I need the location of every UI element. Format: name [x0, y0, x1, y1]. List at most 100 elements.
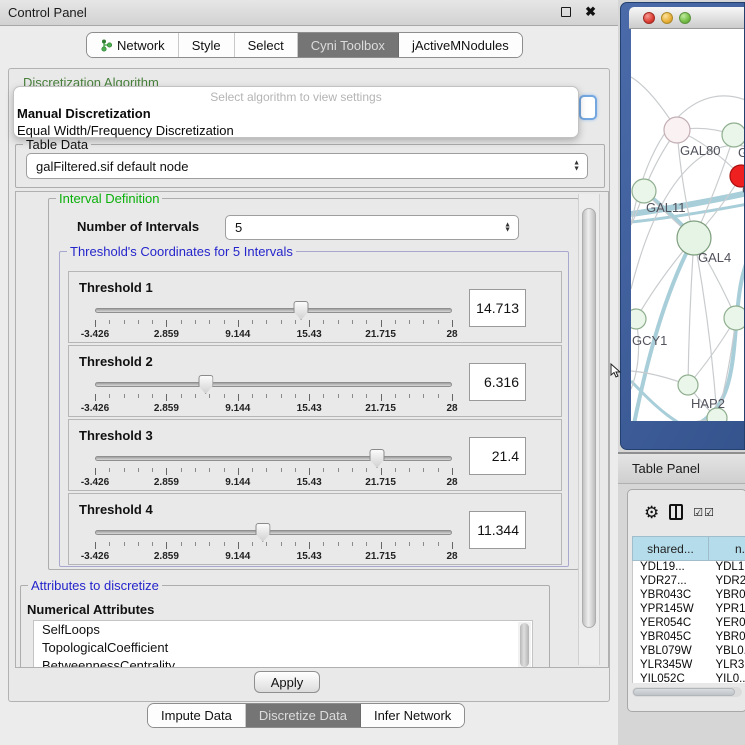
threshold-4-slider[interactable]: -3.4262.8599.14415.4321.71528 — [95, 524, 452, 564]
network-node[interactable] — [722, 123, 744, 147]
minimize-traffic-light-icon[interactable] — [661, 12, 673, 24]
float-window-icon[interactable] — [561, 7, 571, 17]
slider-tick — [352, 468, 353, 472]
table-row[interactable]: YDR27...YDR2... — [633, 575, 745, 589]
table-row[interactable]: YER054CYER0... — [633, 617, 745, 631]
scrollbar-thumb[interactable] — [520, 623, 529, 667]
tab-style[interactable]: Style — [179, 33, 235, 57]
tab-jactivemnodules[interactable]: jActiveMNodules — [399, 33, 522, 57]
attribute-item[interactable]: TopologicalCoefficient — [34, 639, 532, 657]
tab-infer-network[interactable]: Infer Network — [361, 704, 464, 727]
network-view-window[interactable]: GAL80GACGAL11GAL4GCY1HHAP2 — [620, 2, 745, 450]
cell-shared-name[interactable]: YPR145W — [633, 603, 709, 617]
slider-tick — [209, 468, 210, 472]
threshold-2-slider[interactable]: -3.4262.8599.14415.4321.71528 — [95, 376, 452, 416]
cell-shared-name[interactable]: YBR043C — [633, 589, 709, 603]
column-header-name[interactable]: n... — [709, 536, 745, 561]
slider-tick — [95, 394, 96, 401]
slider-track[interactable] — [95, 382, 452, 387]
threshold-3-slider[interactable]: -3.4262.8599.14415.4321.71528 — [95, 450, 452, 490]
cell-name[interactable]: YDR2... — [709, 575, 745, 589]
cell-shared-name[interactable]: YIL052C — [633, 673, 709, 683]
cell-shared-name[interactable]: YBL079W — [633, 645, 709, 659]
control-panel-titlebar[interactable]: Control Panel ✖ — [0, 0, 618, 26]
slider-track[interactable] — [95, 530, 452, 535]
table-horizontal-scrollbar[interactable] — [632, 687, 742, 697]
tab-impute-data[interactable]: Impute Data — [148, 704, 246, 727]
cell-name[interactable]: YLR3... — [709, 659, 745, 673]
cell-name[interactable]: YBR0... — [709, 589, 745, 603]
slider-tick — [266, 394, 267, 398]
tab-select[interactable]: Select — [235, 33, 298, 57]
cell-shared-name[interactable]: YBR045C — [633, 631, 709, 645]
table-row[interactable]: YIL052CYIL0... — [633, 673, 745, 683]
scrollbar-thumb[interactable] — [582, 208, 596, 628]
threshold-1-value-field[interactable]: 14.713 — [469, 289, 526, 327]
number-of-intervals-combobox[interactable]: 5 ▲▼ — [225, 215, 519, 240]
table-data-combobox[interactable]: galFiltered.sif default node ▲▼ — [26, 153, 588, 179]
algorithm-option-manual[interactable]: Manual Discretization — [14, 105, 578, 122]
cell-shared-name[interactable]: YDL19... — [633, 561, 709, 575]
table-panel-titlebar[interactable]: Table Panel — [618, 454, 745, 484]
select-columns-icon[interactable]: ☑☑ — [693, 506, 715, 519]
cell-shared-name[interactable]: YDR27... — [633, 575, 709, 589]
slider-thumb[interactable] — [294, 301, 309, 320]
network-node[interactable] — [724, 306, 744, 330]
settings-vertical-scrollbar[interactable] — [578, 194, 600, 665]
cell-name[interactable]: YIL0... — [709, 673, 745, 683]
tab-cyni-toolbox[interactable]: Cyni Toolbox — [298, 33, 399, 57]
cell-shared-name[interactable]: YER054C — [633, 617, 709, 631]
tab-network[interactable]: Network — [87, 33, 179, 57]
network-window-titlebar[interactable] — [629, 7, 744, 29]
slider-tick — [166, 468, 167, 475]
slider-tick — [209, 320, 210, 324]
network-canvas[interactable]: GAL80GACGAL11GAL4GCY1HHAP2 — [631, 29, 744, 421]
table-row[interactable]: YDL19...YDL1... — [633, 561, 745, 575]
close-icon[interactable]: ✖ — [585, 7, 596, 17]
network-node[interactable] — [631, 309, 646, 329]
tab-style-label: Style — [192, 38, 221, 53]
split-columns-icon[interactable] — [669, 504, 683, 520]
attributes-list-scrollbar[interactable] — [518, 622, 531, 668]
cell-shared-name[interactable]: YLR345W — [633, 659, 709, 673]
cell-name[interactable]: YBR0... — [709, 631, 745, 645]
slider-track[interactable] — [95, 456, 452, 461]
close-traffic-light-icon[interactable] — [643, 12, 655, 24]
cell-name[interactable]: YPR1... — [709, 603, 745, 617]
table-row[interactable]: YLR345WYLR3... — [633, 659, 745, 673]
mouse-cursor-icon — [610, 363, 622, 379]
algorithm-placeholder-option[interactable]: Select algorithm to view settings — [14, 89, 578, 105]
algorithm-option-equal-width[interactable]: Equal Width/Frequency Discretization — [14, 122, 578, 139]
scrollbar-thumb[interactable] — [633, 688, 735, 696]
cell-name[interactable]: YDL1... — [709, 561, 745, 575]
threshold-4-value-field[interactable]: 11.344 — [469, 511, 526, 549]
threshold-2-panel: Threshold 2 -3.4262.8599.14415.4321.7152… — [68, 345, 562, 417]
slider-thumb[interactable] — [198, 375, 213, 394]
table-row[interactable]: YPR145WYPR1... — [633, 603, 745, 617]
network-node[interactable] — [664, 117, 690, 143]
table-row[interactable]: YBL079WYBL0... — [633, 645, 745, 659]
threshold-1-slider[interactable]: -3.4262.8599.14415.4321.71528 — [95, 302, 452, 342]
threshold-3-value-field[interactable]: 21.4 — [469, 437, 526, 475]
network-node[interactable] — [678, 375, 698, 395]
slider-tick — [124, 468, 125, 472]
cell-name[interactable]: YBL0... — [709, 645, 745, 659]
column-header-shared-name[interactable]: shared... — [632, 536, 709, 561]
apply-button[interactable]: Apply — [254, 671, 320, 693]
gear-icon[interactable]: ⚙ — [644, 504, 659, 521]
attribute-item[interactable]: BetweennessCentrality — [34, 657, 532, 668]
algorithm-combobox-focus-ring[interactable] — [579, 95, 597, 120]
slider-tick — [252, 394, 253, 398]
attribute-item[interactable]: SelfLoops — [34, 621, 532, 639]
slider-track[interactable] — [95, 308, 452, 313]
slider-thumb[interactable] — [255, 523, 270, 542]
slider-thumb[interactable] — [370, 449, 385, 468]
cell-name[interactable]: YER0... — [709, 617, 745, 631]
table-row[interactable]: YBR043CYBR0... — [633, 589, 745, 603]
tab-discretize-data[interactable]: Discretize Data — [246, 704, 361, 727]
tab-select-label: Select — [248, 38, 284, 53]
numerical-attributes-list[interactable]: SelfLoopsTopologicalCoefficientBetweenne… — [33, 620, 533, 668]
zoom-traffic-light-icon[interactable] — [679, 12, 691, 24]
threshold-2-value-field[interactable]: 6.316 — [469, 363, 526, 401]
table-row[interactable]: YBR045CYBR0... — [633, 631, 745, 645]
